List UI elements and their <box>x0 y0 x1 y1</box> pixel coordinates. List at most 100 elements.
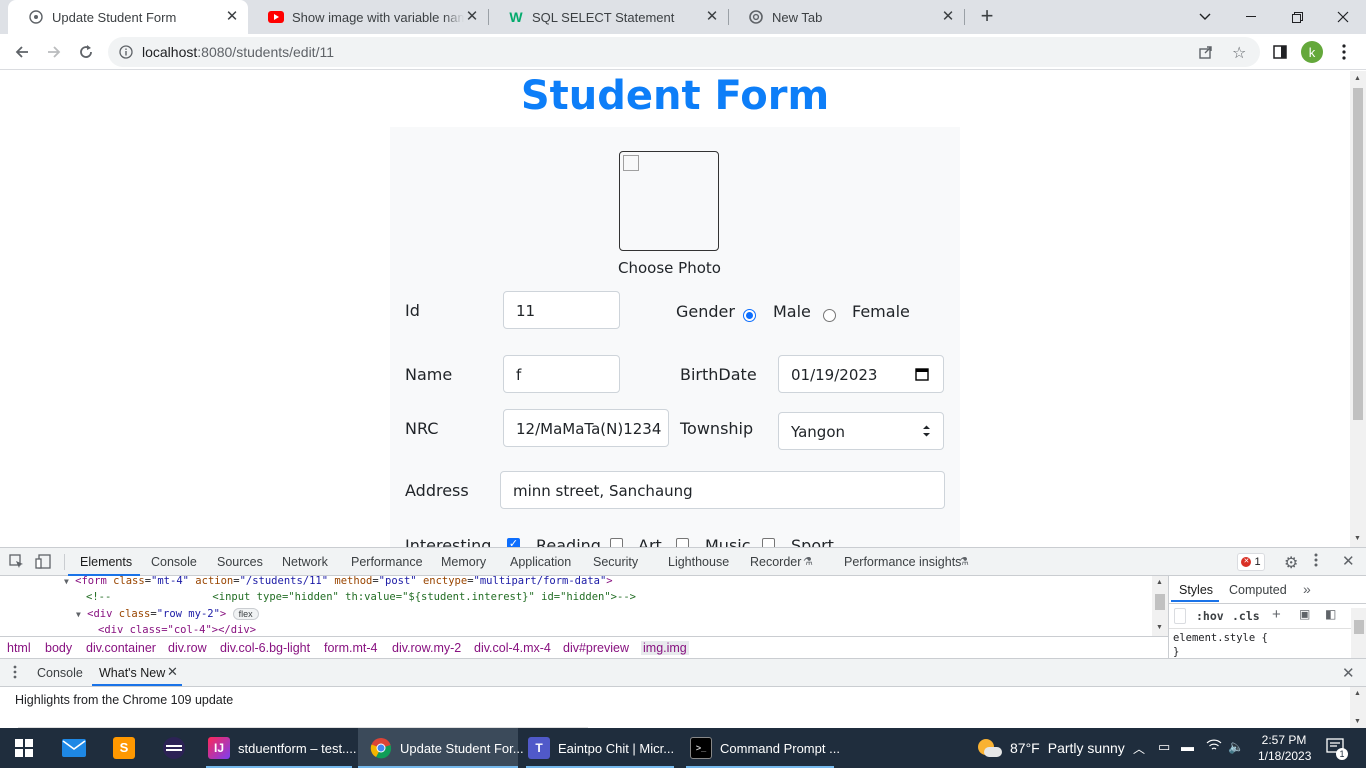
scroll-up-icon[interactable]: ▲ <box>1156 579 1163 586</box>
breadcrumb-item[interactable]: form.mt-4 <box>324 641 377 655</box>
breadcrumb-item[interactable]: div.row <box>168 641 207 655</box>
drawer-tab-console[interactable]: Console <box>37 666 83 680</box>
interest-art-label[interactable]: Art <box>638 536 662 547</box>
drawer-tab-whats-new[interactable]: What's New <box>99 666 165 680</box>
interest-reading-label[interactable]: Reading <box>536 536 601 547</box>
taskbar-app-teams[interactable]: T Eaintpo Chit | Micr... <box>522 728 678 768</box>
close-tab-icon[interactable]: ✕ <box>224 9 240 25</box>
calendar-icon[interactable] <box>915 367 929 385</box>
photo-preview[interactable] <box>619 151 719 251</box>
tab-w3schools[interactable]: W SQL SELECT Statement ✕ <box>488 0 728 34</box>
township-select[interactable]: Yangon <box>778 412 944 450</box>
gender-male-label[interactable]: Male <box>773 302 811 321</box>
close-drawer-icon[interactable]: ✕ <box>1342 664 1355 682</box>
close-tab-icon[interactable]: ✕ <box>464 9 480 25</box>
devtools-tab-sources[interactable]: Sources <box>217 555 263 569</box>
back-icon[interactable] <box>8 38 36 66</box>
scroll-up-icon[interactable]: ▲ <box>1354 690 1361 697</box>
scroll-down-icon[interactable]: ▼ <box>1354 535 1361 542</box>
address-field[interactable]: minn street, Sanchaung <box>500 471 945 509</box>
paint-icon[interactable]: ▣ <box>1299 607 1310 621</box>
side-panel-icon[interactable] <box>1266 38 1294 66</box>
tab-new-tab[interactable]: New Tab ✕ <box>728 0 964 34</box>
scroll-up-icon[interactable]: ▲ <box>1354 75 1361 82</box>
breadcrumb-item[interactable]: div.col-4.mx-4 <box>474 641 551 655</box>
flex-badge[interactable]: flex <box>232 608 259 620</box>
interest-art-checkbox[interactable] <box>610 538 623 547</box>
device-toolbar-icon[interactable] <box>35 554 51 574</box>
hov-toggle[interactable]: :hov <box>1196 609 1224 623</box>
interest-sport-checkbox[interactable] <box>762 538 775 547</box>
id-field[interactable]: 11 <box>503 291 620 329</box>
more-tabs-icon[interactable]: » <box>1303 581 1311 597</box>
volume-muted-icon[interactable]: 🔈 <box>1228 739 1244 755</box>
styles-tab[interactable]: Styles <box>1179 583 1213 597</box>
scrollbar-thumb[interactable] <box>1155 594 1165 610</box>
notification-center-icon[interactable]: 1 <box>1326 738 1348 761</box>
drawer-menu-icon[interactable] <box>13 665 17 684</box>
forward-icon[interactable] <box>40 38 68 66</box>
bookmark-star-icon[interactable]: ☆ <box>1232 43 1246 63</box>
close-tab-icon[interactable]: ✕ <box>940 9 956 25</box>
cls-toggle[interactable]: .cls <box>1232 609 1260 623</box>
interest-sport-label[interactable]: Sport <box>791 536 834 547</box>
wifi-icon[interactable] <box>1206 738 1222 757</box>
restore-icon[interactable] <box>1274 0 1320 34</box>
breadcrumb-item[interactable]: body <box>45 641 72 655</box>
sublime-text-icon[interactable]: S <box>100 728 148 768</box>
tab-update-student-form[interactable]: Update Student Form ✕ <box>8 0 248 34</box>
breadcrumb-item[interactable]: html <box>7 641 31 655</box>
inspect-element-icon[interactable] <box>9 554 24 574</box>
filter-input[interactable] <box>1174 608 1186 624</box>
eclipse-icon[interactable] <box>150 728 198 768</box>
nrc-field[interactable]: 12/MaMaTa(N)1234 <box>503 409 669 447</box>
dom-node-form[interactable]: ▼ <form class="mt-4" action="/students/1… <box>64 576 613 587</box>
breadcrumb-item[interactable]: div.container <box>86 641 156 655</box>
taskbar-app-intellij[interactable]: IJ stduentform – test.... <box>202 728 357 768</box>
breadcrumb-item[interactable]: div.col-6.bg-light <box>220 641 310 655</box>
element-style-rule[interactable]: element.style { <box>1173 632 1268 644</box>
devtools-tab-lighthouse[interactable]: Lighthouse <box>668 555 729 569</box>
styles-scrollbar[interactable] <box>1351 608 1366 658</box>
name-field[interactable]: f <box>503 355 620 393</box>
clock[interactable]: 2:57 PM 1/18/2023 <box>1258 732 1311 764</box>
scrollbar-thumb[interactable] <box>1354 620 1364 634</box>
interest-reading-checkbox[interactable]: ✓ <box>507 538 520 547</box>
tab-search-icon[interactable] <box>1182 0 1228 34</box>
breadcrumb-item[interactable]: div.row.my-2 <box>392 641 461 655</box>
meet-now-icon[interactable]: ▭ <box>1158 739 1170 755</box>
weather-widget[interactable]: 87°F Partly sunny <box>976 728 1126 768</box>
close-window-icon[interactable] <box>1320 0 1366 34</box>
close-devtools-icon[interactable]: ✕ <box>1342 552 1355 570</box>
interest-music-label[interactable]: Music <box>705 536 751 547</box>
devtools-tab-network[interactable]: Network <box>282 555 328 569</box>
devtools-tab-security[interactable]: Security <box>593 555 638 569</box>
dom-tree-scrollbar[interactable]: ▲ ▼ <box>1152 576 1168 636</box>
scroll-down-icon[interactable]: ▼ <box>1156 624 1163 631</box>
show-hidden-icons-chevron-icon[interactable]: ︿ <box>1133 740 1145 757</box>
taskbar-app-chrome[interactable]: Update Student For... <box>358 728 524 768</box>
start-button[interactable] <box>0 728 48 768</box>
profile-avatar[interactable]: k <box>1301 41 1323 63</box>
address-bar[interactable]: localhost:8080/students/edit/11 ☆ <box>108 37 1260 67</box>
interest-music-checkbox[interactable] <box>676 538 689 547</box>
minimize-icon[interactable] <box>1228 0 1274 34</box>
taskbar-app-cmd[interactable]: >_ Command Prompt ... <box>682 728 840 768</box>
share-icon[interactable] <box>1198 44 1214 65</box>
menu-kebab-icon[interactable] <box>1330 38 1358 66</box>
breadcrumb-item[interactable]: div#preview <box>563 641 629 655</box>
page-scrollbar-thumb[interactable] <box>1353 88 1363 420</box>
close-drawer-tab-icon[interactable]: ✕ <box>167 664 178 680</box>
dom-node-div-row[interactable]: ▼ <div class="row my-2"> flex <box>76 608 259 620</box>
gender-female-radio[interactable] <box>823 309 836 322</box>
battery-icon[interactable]: ▬ <box>1181 739 1194 754</box>
breadcrumb-item-selected[interactable]: img.img <box>641 641 689 655</box>
dom-node-comment[interactable]: <!-- <input type="hidden" th:value="${st… <box>86 591 636 603</box>
close-tab-icon[interactable]: ✕ <box>704 9 720 25</box>
computed-tab[interactable]: Computed <box>1229 583 1287 597</box>
gender-male-radio[interactable] <box>743 309 756 322</box>
scroll-down-icon[interactable]: ▼ <box>1354 718 1361 725</box>
site-info-icon[interactable] <box>119 45 133 64</box>
error-count-badge[interactable]: ✕ 1 <box>1237 553 1265 571</box>
devtools-tab-performance-insights[interactable]: Performance insights <box>844 555 961 569</box>
